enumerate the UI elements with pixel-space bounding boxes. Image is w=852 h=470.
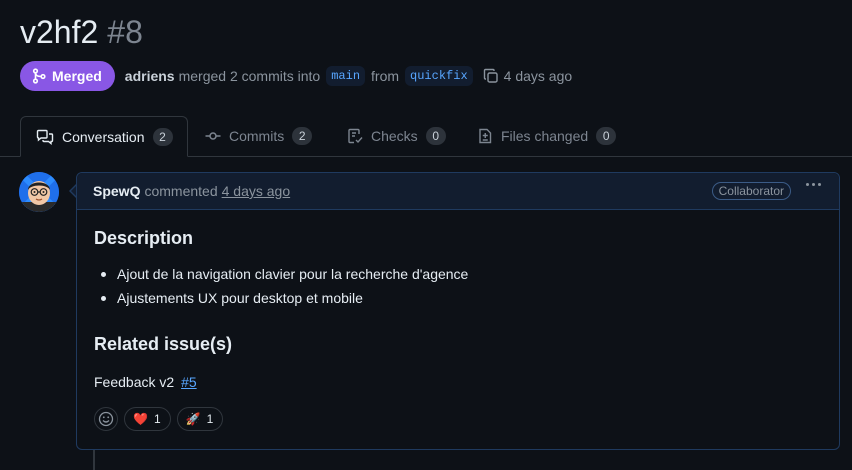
pr-meta: Merged adriens merged 2 commits into mai… bbox=[20, 61, 572, 91]
merged-state-badge: Merged bbox=[20, 61, 115, 91]
pr-tabs: Conversation 2 Commits 2 Checks 0 Files … bbox=[0, 116, 852, 157]
pr-title: v2hf2 bbox=[20, 14, 99, 50]
reactions-bar: ❤️ 1 🚀 1 bbox=[94, 407, 224, 431]
pr-author-link[interactable]: adriens bbox=[125, 68, 175, 84]
tab-files-changed-count: 0 bbox=[596, 127, 617, 145]
tab-checks-label: Checks bbox=[371, 128, 418, 144]
tab-conversation[interactable]: Conversation 2 bbox=[20, 116, 188, 157]
checklist-icon bbox=[347, 128, 363, 144]
reaction-heart-count: 1 bbox=[153, 412, 161, 426]
rocket-emoji-icon: 🚀 bbox=[185, 412, 201, 426]
tab-conversation-count: 2 bbox=[152, 127, 173, 146]
comment-box: SpewQ commented 4 days ago Collaborator … bbox=[76, 172, 840, 450]
avatar[interactable] bbox=[19, 172, 59, 212]
tab-checks-count: 0 bbox=[425, 127, 446, 145]
timeline-line bbox=[93, 450, 95, 470]
feedback-text: Feedback v2 bbox=[94, 374, 175, 390]
copy-icon[interactable] bbox=[483, 68, 499, 84]
reaction-heart-button[interactable]: ❤️ 1 bbox=[124, 407, 171, 431]
smiley-icon bbox=[98, 411, 114, 427]
comment-discussion-icon bbox=[36, 129, 54, 145]
feedback-line: Feedback v2 #5 bbox=[94, 374, 197, 390]
from-text: from bbox=[371, 68, 400, 84]
issue-link[interactable]: #5 bbox=[181, 374, 197, 390]
tab-files-changed-label: Files changed bbox=[501, 128, 589, 144]
comment-author-link[interactable]: SpewQ bbox=[93, 183, 140, 199]
git-merge-icon bbox=[32, 68, 46, 84]
comment-timestamp[interactable]: 4 days ago bbox=[222, 183, 291, 199]
merge-time: 4 days ago bbox=[503, 68, 573, 84]
kebab-horizontal-icon[interactable] bbox=[806, 183, 821, 186]
reaction-rocket-button[interactable]: 🚀 1 bbox=[176, 407, 224, 431]
tab-commits[interactable]: Commits 2 bbox=[190, 116, 327, 156]
state-label: Merged bbox=[52, 68, 102, 84]
reaction-rocket-count: 1 bbox=[206, 412, 214, 426]
file-diff-icon bbox=[477, 128, 493, 144]
head-branch[interactable]: quickfix bbox=[405, 66, 473, 86]
role-badge: Collaborator bbox=[711, 182, 791, 200]
description-heading: Description bbox=[94, 228, 194, 248]
list-item: Ajustements UX pour desktop et mobile bbox=[94, 290, 468, 314]
merge-text: merged 2 commits into bbox=[178, 68, 321, 84]
tab-commits-label: Commits bbox=[229, 128, 285, 144]
related-issues-heading: Related issue(s) bbox=[94, 334, 233, 354]
base-branch[interactable]: main bbox=[326, 66, 366, 86]
comment-action: commented bbox=[144, 183, 218, 199]
description-list: Ajout de la navigation clavier pour la r… bbox=[94, 266, 468, 314]
commit-icon bbox=[205, 128, 221, 144]
heart-emoji-icon: ❤️ bbox=[133, 412, 148, 426]
comment-header: SpewQ commented 4 days ago Collaborator bbox=[77, 173, 839, 210]
add-reaction-button[interactable] bbox=[94, 407, 118, 431]
tab-checks[interactable]: Checks 0 bbox=[332, 116, 461, 156]
pr-title-row: v2hf2 #8 bbox=[20, 14, 143, 58]
tab-commits-count: 2 bbox=[292, 127, 313, 145]
tab-conversation-label: Conversation bbox=[62, 128, 145, 145]
tab-files-changed[interactable]: Files changed 0 bbox=[462, 116, 631, 156]
list-item: Ajout de la navigation clavier pour la r… bbox=[94, 266, 468, 290]
pr-number: #8 bbox=[107, 14, 143, 50]
